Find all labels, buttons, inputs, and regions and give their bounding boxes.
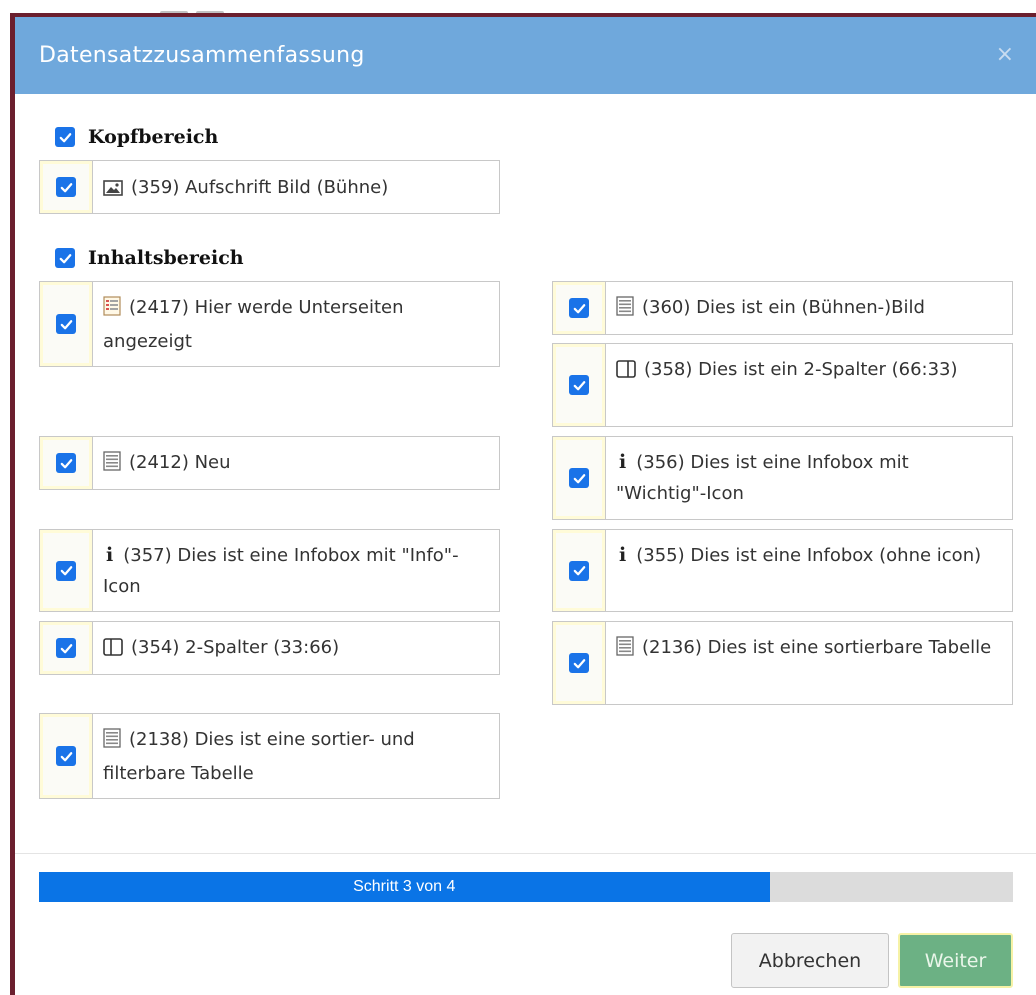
item-label: (357) Dies ist eine Infobox mit "Info"-I… xyxy=(103,545,459,597)
item-content: (358) Dies ist ein 2-Spalter (66:33) xyxy=(606,344,968,426)
two-column-icon xyxy=(103,635,123,666)
item-checkbox[interactable] xyxy=(56,177,76,197)
next-button[interactable]: Weiter xyxy=(898,933,1013,988)
item-content: (2412) Neu xyxy=(93,437,241,489)
item-header-1[interactable]: (359) Aufschrift Bild (Bühne) xyxy=(39,160,500,214)
image-icon xyxy=(103,175,123,206)
item-content: (359) Aufschrift Bild (Bühne) xyxy=(93,161,398,213)
item-checkbox[interactable] xyxy=(569,375,589,395)
checkmark-icon xyxy=(573,303,585,313)
item-left-3[interactable]: i (357) Dies ist eine Infobox mit "Info"-… xyxy=(39,529,500,612)
section-content-label: Inhaltsbereich xyxy=(88,247,244,269)
item-content: (2138) Dies ist eine sortier- und filter… xyxy=(93,714,499,798)
item-checkbox-cell[interactable] xyxy=(553,622,606,704)
item-checkbox-cell[interactable] xyxy=(40,530,93,611)
item-checkbox-cell[interactable] xyxy=(553,530,606,611)
checkmark-icon xyxy=(60,566,72,576)
item-label: (360) Dies ist ein (Bühnen-)Bild xyxy=(642,297,925,318)
item-content: (360) Dies ist ein (Bühnen-)Bild xyxy=(606,282,935,334)
info-icon: i xyxy=(619,544,627,566)
checkmark-icon xyxy=(60,182,72,192)
item-content: i (357) Dies ist eine Infobox mit "Info"-… xyxy=(93,530,499,611)
checkmark-icon xyxy=(573,473,585,483)
item-content: i (356) Dies ist eine Infobox mit "Wichti… xyxy=(606,437,1012,519)
checkmark-icon xyxy=(573,380,585,390)
section-content-checkbox-row[interactable]: Inhaltsbereich xyxy=(55,247,244,269)
item-right-5[interactable]: (2136) Dies ist eine sortierbare Tabelle xyxy=(552,621,1013,705)
item-checkbox[interactable] xyxy=(56,560,76,581)
item-label: (2136) Dies ist eine sortierbare Tabelle xyxy=(642,637,992,658)
item-content: i (355) Dies ist eine Infobox (ohne icon) xyxy=(606,530,991,611)
section-header-checkbox[interactable] xyxy=(55,127,75,147)
item-content: (2136) Dies ist eine sortierbare Tabelle xyxy=(606,622,1001,704)
checkmark-icon xyxy=(573,658,585,668)
text-block-icon xyxy=(616,635,634,666)
checkmark-icon xyxy=(59,132,71,142)
checkmark-icon xyxy=(59,253,71,263)
background-text-fragment xyxy=(160,0,270,15)
item-checkbox-cell[interactable] xyxy=(40,437,93,489)
item-checkbox[interactable] xyxy=(569,653,589,673)
item-content: (2417) Hier werde Unterseiten angezeigt xyxy=(93,282,499,366)
item-right-3[interactable]: i (356) Dies ist eine Infobox mit "Wichti… xyxy=(552,436,1013,520)
item-checkbox-cell[interactable] xyxy=(553,282,606,334)
text-block-icon xyxy=(103,450,121,481)
checkmark-icon xyxy=(60,458,72,468)
record-summary-dialog: Datensatzzusammenfassung × Kopfbereich (… xyxy=(15,17,1036,995)
section-header-label: Kopfbereich xyxy=(88,126,219,148)
text-block-icon xyxy=(103,727,121,758)
item-label: (358) Dies ist ein 2-Spalter (66:33) xyxy=(644,359,958,380)
item-checkbox[interactable] xyxy=(569,468,589,488)
item-label: (354) 2-Spalter (33:66) xyxy=(131,637,340,658)
item-left-5[interactable]: (2138) Dies ist eine sortier- und filter… xyxy=(39,713,500,799)
item-right-2[interactable]: (358) Dies ist ein 2-Spalter (66:33) xyxy=(552,343,1013,427)
info-icon: i xyxy=(619,451,627,473)
item-label: (2417) Hier werde Unterseiten angezeigt xyxy=(103,297,404,352)
cancel-button[interactable]: Abbrechen xyxy=(731,933,889,988)
dialog-title: Datensatzzusammenfassung xyxy=(39,43,365,68)
item-checkbox[interactable] xyxy=(56,453,76,473)
item-checkbox[interactable] xyxy=(56,314,76,334)
page-list-icon xyxy=(103,295,121,326)
section-header-checkbox-row[interactable]: Kopfbereich xyxy=(55,126,218,148)
item-label: (2138) Dies ist eine sortier- und filter… xyxy=(103,729,415,784)
info-icon: i xyxy=(106,544,114,566)
item-checkbox[interactable] xyxy=(56,746,76,766)
dialog-header: Datensatzzusammenfassung × xyxy=(15,17,1036,94)
item-checkbox-cell[interactable] xyxy=(553,437,606,519)
item-left-1[interactable]: (2417) Hier werde Unterseiten angezeigt xyxy=(39,281,500,367)
item-checkbox[interactable] xyxy=(56,638,76,658)
item-right-4[interactable]: i (355) Dies ist eine Infobox (ohne icon) xyxy=(552,529,1013,612)
item-content: (354) 2-Spalter (33:66) xyxy=(93,622,349,674)
item-checkbox-cell[interactable] xyxy=(553,344,606,426)
item-label: (2412) Neu xyxy=(129,452,231,473)
item-left-2[interactable]: (2412) Neu xyxy=(39,436,500,490)
item-checkbox-cell[interactable] xyxy=(40,282,93,366)
item-left-4[interactable]: (354) 2-Spalter (33:66) xyxy=(39,621,500,675)
item-checkbox-cell[interactable] xyxy=(40,161,93,213)
two-column-icon xyxy=(616,357,636,388)
item-checkbox-cell[interactable] xyxy=(40,714,93,798)
checkmark-icon xyxy=(60,751,72,761)
item-checkbox-cell[interactable] xyxy=(40,622,93,674)
item-label: (355) Dies ist eine Infobox (ohne icon) xyxy=(636,545,982,566)
progress-label: Schritt 3 von 4 xyxy=(353,878,456,895)
checkmark-icon xyxy=(60,643,72,653)
item-checkbox[interactable] xyxy=(569,560,589,581)
item-label: (359) Aufschrift Bild (Bühne) xyxy=(131,177,389,198)
close-icon[interactable]: × xyxy=(996,44,1014,66)
item-right-1[interactable]: (360) Dies ist ein (Bühnen-)Bild xyxy=(552,281,1013,335)
section-content-checkbox[interactable] xyxy=(55,248,75,268)
item-checkbox[interactable] xyxy=(569,298,589,318)
checkmark-icon xyxy=(573,566,585,576)
progress-fill: Schritt 3 von 4 xyxy=(39,872,770,902)
checkmark-icon xyxy=(60,319,72,329)
text-block-icon xyxy=(616,295,634,326)
footer-divider xyxy=(15,853,1036,854)
step-progress-bar: Schritt 3 von 4 xyxy=(39,872,1013,902)
item-label: (356) Dies ist eine Infobox mit "Wichtig… xyxy=(616,452,909,504)
